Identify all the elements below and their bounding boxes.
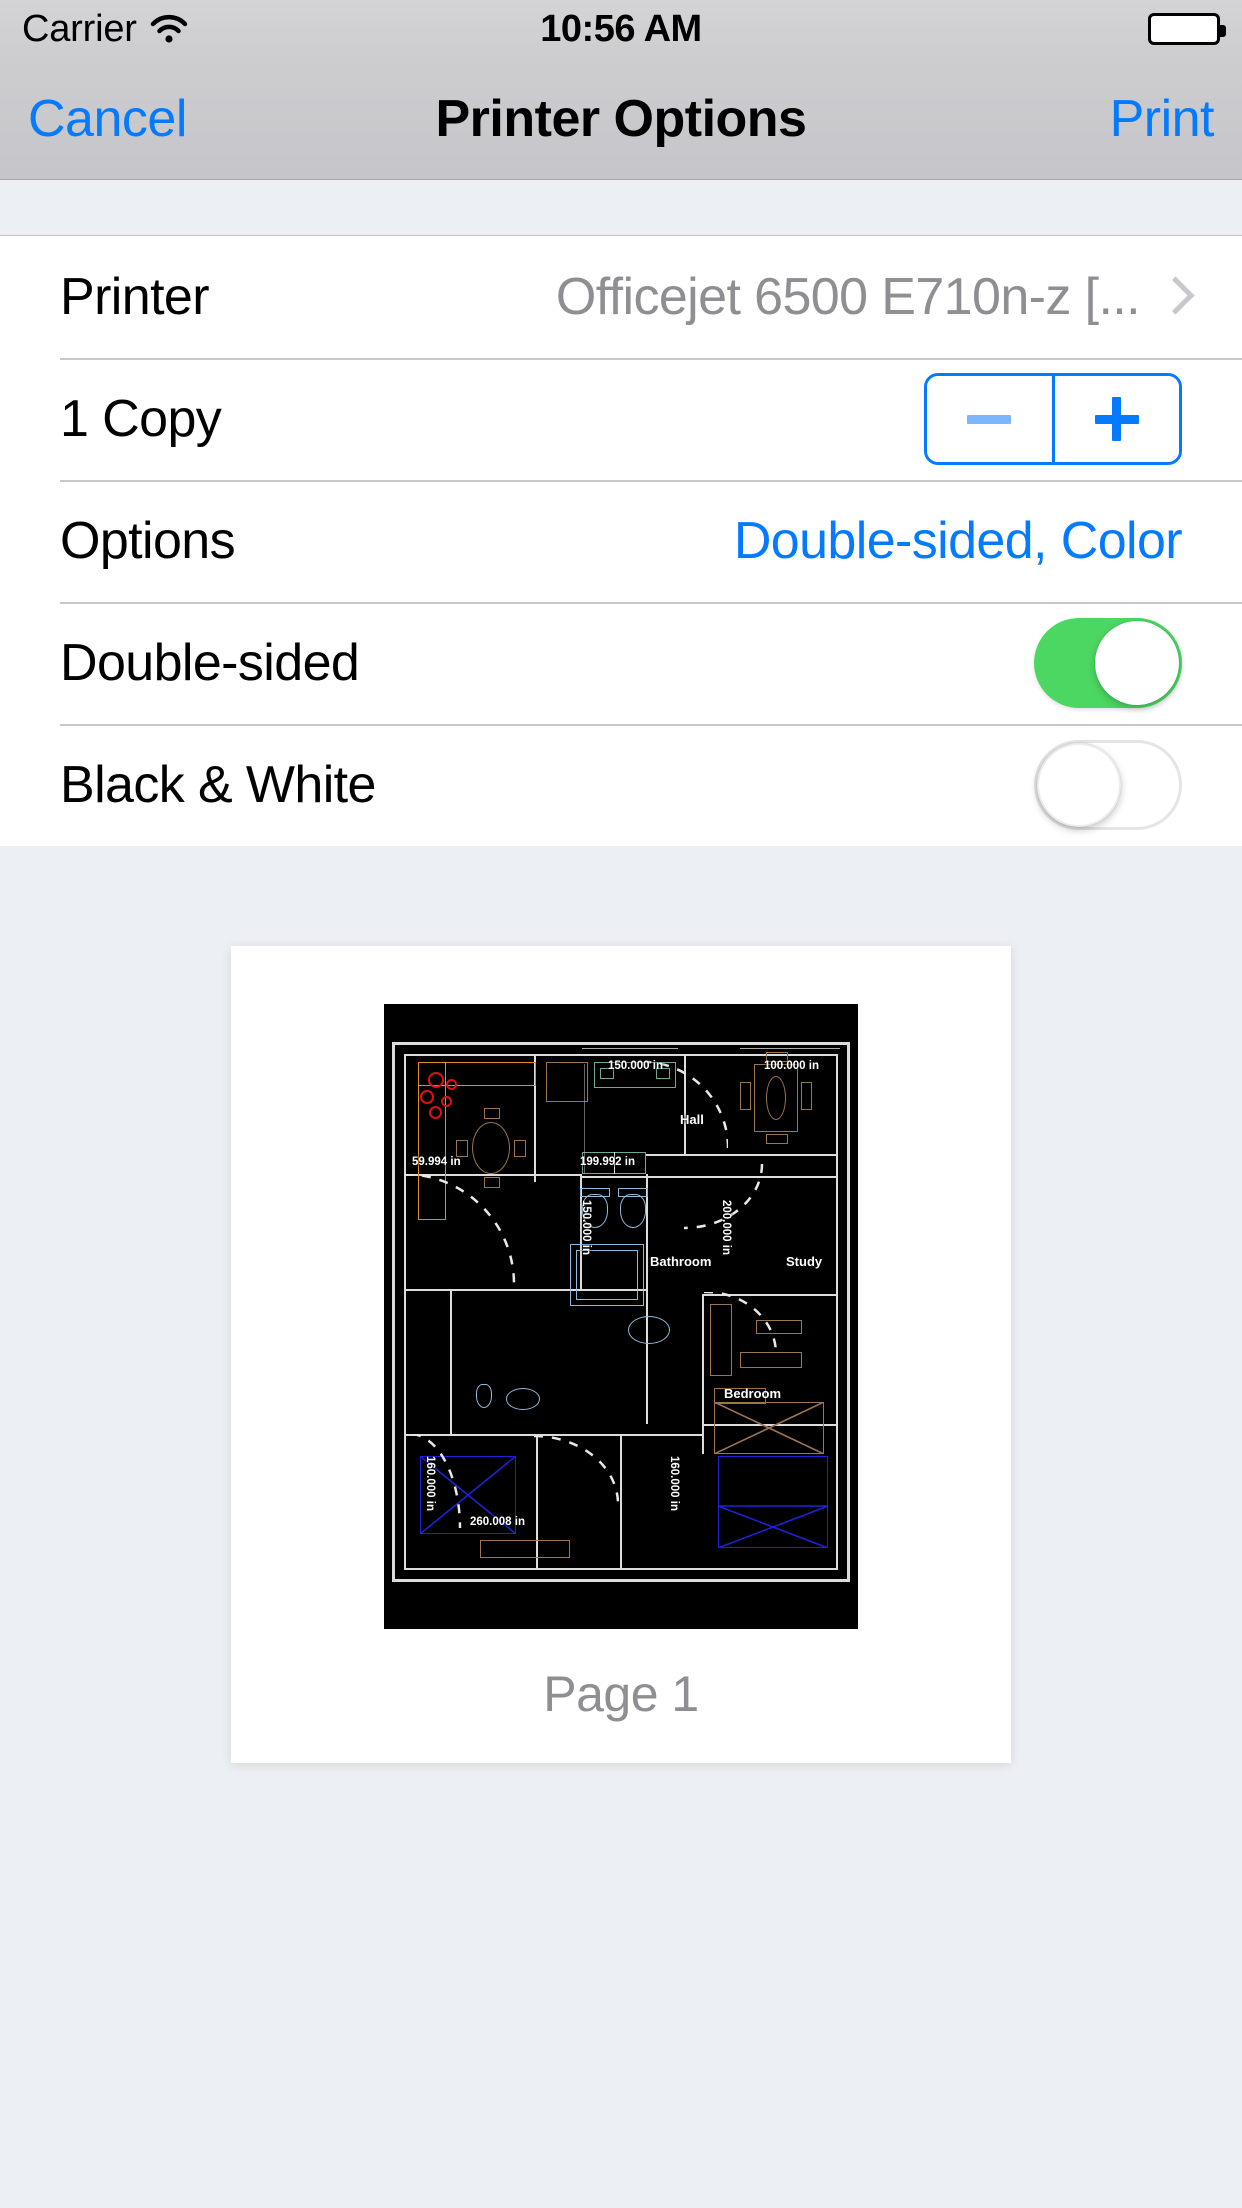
navigation-bar: Cancel Printer Options Print (0, 58, 1242, 180)
decrement-copies-button[interactable] (927, 376, 1052, 462)
section-spacer (0, 180, 1242, 236)
plus-icon (1094, 397, 1139, 441)
dimension-label: 59.994 in (412, 1156, 461, 1168)
double-sided-row: Double-sided (0, 602, 1242, 724)
page-number-label: Page 1 (543, 1666, 699, 1722)
options-summary-value[interactable]: Double-sided, Color (734, 511, 1183, 571)
print-preview-area: Hall Bathroom Study Bedroom 150.000 in 1… (0, 846, 1242, 2208)
printer-settings-table: Printer Officejet 6500 E710n-z [... 1 Co… (0, 236, 1242, 846)
copies-count-label: 1 Copy (60, 390, 222, 448)
status-bar: Carrier 10:56 AM (0, 0, 1242, 58)
toggle-knob (1037, 743, 1121, 827)
status-bar-right (1148, 13, 1226, 45)
printer-row-label: Printer (60, 268, 210, 326)
floor-plan-thumbnail: Hall Bathroom Study Bedroom 150.000 in 1… (384, 1004, 858, 1629)
options-row[interactable]: Options Double-sided, Color (0, 480, 1242, 602)
black-white-toggle[interactable] (1034, 740, 1182, 830)
battery-full-icon (1148, 13, 1226, 45)
dimension-label: 200.000 in (720, 1200, 732, 1255)
toggle-knob (1095, 621, 1179, 705)
printer-row[interactable]: Printer Officejet 6500 E710n-z [... (0, 236, 1242, 358)
room-label-study: Study (786, 1254, 823, 1269)
dimension-label: 100.000 in (764, 1060, 819, 1072)
room-label-bedroom: Bedroom (724, 1386, 782, 1401)
dimension-label: 150.000 in (608, 1060, 663, 1072)
black-white-toggle-group (1034, 740, 1182, 830)
options-row-label: Options (60, 512, 236, 570)
copies-row: 1 Copy (0, 358, 1242, 480)
double-sided-toggle-group (1034, 618, 1182, 708)
room-label-bathroom: Bathroom (650, 1254, 712, 1269)
double-sided-label: Double-sided (60, 634, 360, 692)
page-preview-card[interactable]: Hall Bathroom Study Bedroom 150.000 in 1… (231, 946, 1011, 1763)
dimension-label: 160.000 in (668, 1456, 680, 1511)
clock-label: 10:56 AM (540, 7, 702, 50)
options-row-value-group: Double-sided, Color (734, 511, 1183, 571)
black-white-row: Black & White (0, 724, 1242, 846)
black-white-label: Black & White (60, 756, 376, 814)
dimension-label: 160.000 in (424, 1456, 436, 1511)
increment-copies-button[interactable] (1051, 376, 1179, 462)
dimension-label: 260.008 in (470, 1516, 525, 1528)
dimension-label: 199.992 in (580, 1156, 635, 1168)
double-sided-toggle[interactable] (1034, 618, 1182, 708)
dimension-label: 150.000 in (580, 1200, 592, 1255)
printer-row-value-group: Officejet 6500 E710n-z [... (556, 267, 1182, 327)
selected-printer-value: Officejet 6500 E710n-z [... (555, 268, 1140, 326)
chevron-right-icon (1160, 277, 1182, 317)
minus-icon (967, 414, 1012, 424)
room-label-hall: Hall (680, 1112, 704, 1127)
quantity-stepper[interactable] (924, 373, 1182, 465)
copies-stepper-group (924, 373, 1182, 465)
page-title: Printer Options (435, 89, 807, 148)
